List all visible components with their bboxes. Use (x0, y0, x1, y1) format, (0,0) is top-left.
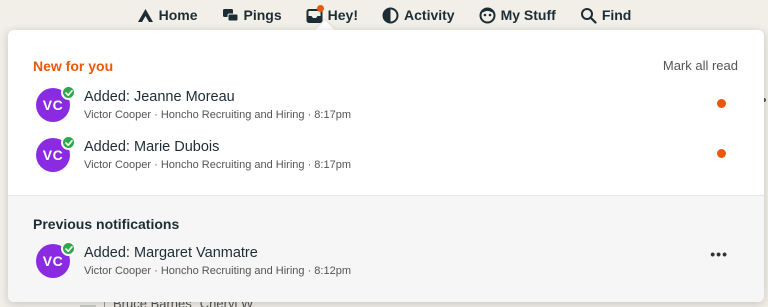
notification-title: Added: Margaret Vanmatre (84, 245, 258, 261)
nav-hey[interactable]: Hey! (294, 4, 370, 24)
nav-hey-label: Hey! (327, 7, 359, 23)
nav-my-stuff[interactable]: My Stuff (467, 7, 568, 24)
top-nav: Home Pings Hey! Activity My Stuff Find (0, 0, 768, 30)
hey-notifications-popover: New for you Mark all read VC Added: Jean… (8, 30, 764, 302)
nav-pings[interactable]: Pings (210, 7, 294, 24)
search-icon (580, 7, 597, 24)
nav-home-label: Home (158, 7, 198, 23)
notification-title: Added: Marie Dubois (84, 139, 220, 155)
notification-item[interactable]: VC Added: Jeanne Moreau Victor Cooper · … (36, 85, 736, 128)
previous-notifications-heading: Previous notifications (33, 216, 180, 232)
my-stuff-icon (479, 7, 496, 24)
unread-dot (717, 99, 726, 108)
notification-meta: Victor Cooper · Honcho Recruiting and Hi… (84, 265, 351, 277)
home-icon (137, 7, 154, 24)
nav-my-stuff-label: My Stuff (500, 7, 556, 23)
check-badge-icon (61, 85, 76, 100)
nav-find-label: Find (601, 7, 632, 23)
notification-title: Added: Jeanne Moreau (84, 89, 235, 105)
previous-notifications-section: Previous notifications VC Added: Margare… (8, 195, 764, 302)
notification-item[interactable]: VC Added: Margaret Vanmatre Victor Coope… (36, 241, 736, 284)
nav-home[interactable]: Home (125, 7, 210, 24)
nav-pings-label: Pings (243, 7, 282, 23)
mark-all-read-link[interactable]: Mark all read (663, 58, 738, 73)
new-notifications-section: New for you Mark all read VC Added: Jean… (8, 30, 764, 195)
unread-dot (717, 149, 726, 158)
hey-unread-dot (316, 4, 324, 12)
activity-icon (382, 7, 399, 24)
nav-activity[interactable]: Activity (370, 7, 467, 24)
new-for-you-heading: New for you (33, 58, 114, 74)
notification-item[interactable]: VC Added: Marie Dubois Victor Cooper · H… (36, 135, 736, 178)
nav-find[interactable]: Find (568, 7, 644, 24)
notification-meta: Victor Cooper · Honcho Recruiting and Hi… (84, 159, 351, 171)
check-badge-icon (61, 135, 76, 150)
pings-icon (222, 7, 239, 24)
check-badge-icon (61, 241, 76, 256)
more-options-button[interactable]: ••• (710, 246, 728, 262)
notification-meta: Victor Cooper · Honcho Recruiting and Hi… (84, 109, 351, 121)
nav-activity-label: Activity (404, 7, 455, 23)
